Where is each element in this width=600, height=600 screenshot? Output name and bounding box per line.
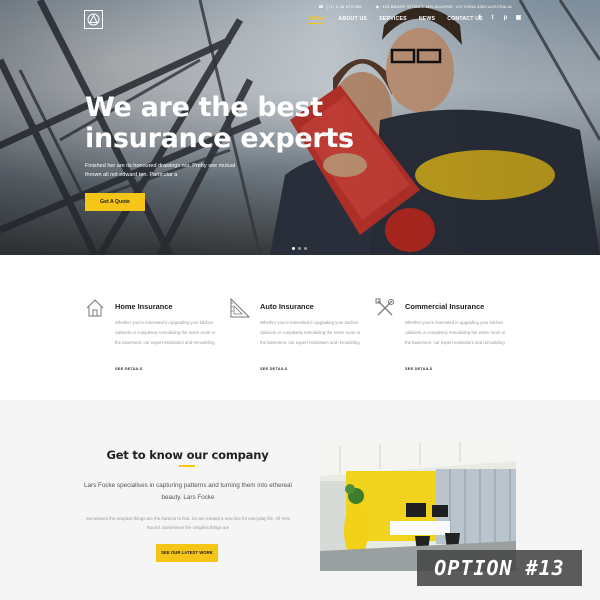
social-links: f t p ▣ bbox=[476, 14, 522, 22]
triangle-ruler-icon bbox=[230, 298, 250, 318]
hero-headline-line2: insurance experts bbox=[85, 123, 354, 154]
slider-dot[interactable] bbox=[304, 247, 307, 250]
see-details-link[interactable]: SEE DETAILS bbox=[260, 366, 287, 371]
see-latest-work-button[interactable]: SEE OUR LATEST WORK bbox=[156, 544, 218, 562]
phone-info: ☎ (+1) 0 40 673 855 bbox=[318, 4, 361, 9]
service-title: Auto Insurance bbox=[260, 302, 314, 311]
top-info-bar: ☎ (+1) 0 40 673 855 ◉ 123 BAKER STREET, ME… bbox=[318, 4, 512, 9]
service-description: Whether you're interested in upgrading y… bbox=[115, 320, 216, 345]
logo[interactable] bbox=[84, 10, 103, 29]
see-details-link[interactable]: SEE DETAILS bbox=[115, 366, 142, 371]
phone-icon: ☎ bbox=[318, 4, 324, 9]
tools-icon bbox=[375, 298, 394, 316]
heading-accent-bar bbox=[179, 465, 195, 467]
nav-item-about-us[interactable]: ABOUT US bbox=[332, 16, 373, 22]
main-nav: HOME ABOUT US SERVICES NEWS CONTACT US bbox=[304, 16, 489, 22]
location-icon: ◉ bbox=[375, 4, 380, 9]
nav-item-news[interactable]: NEWS bbox=[413, 16, 441, 22]
services-section: Home Insurance Whether you're interested… bbox=[0, 255, 600, 400]
pinterest-icon[interactable]: p bbox=[502, 14, 509, 22]
see-details-link[interactable]: SEE DETAILS bbox=[405, 366, 432, 371]
twitter-icon[interactable]: t bbox=[489, 14, 496, 22]
triangle-in-circle-logo-icon bbox=[87, 13, 100, 26]
facebook-icon[interactable]: f bbox=[476, 14, 483, 22]
about-lead: Lars Focke specialises in capturing patt… bbox=[84, 482, 292, 501]
get-quote-button[interactable]: Get A Quote bbox=[85, 193, 145, 211]
nav-item-home[interactable]: HOME bbox=[304, 16, 332, 22]
address-text: 123 BAKER STREET, MELBOURNE, VICTORIA 30… bbox=[382, 4, 512, 9]
about-heading: Get to know our company bbox=[106, 448, 269, 462]
service-description: Whether you're interested in upgrading y… bbox=[405, 320, 506, 345]
address-info: ◉ 123 BAKER STREET, MELBOURNE, VICTORIA 3… bbox=[376, 4, 512, 9]
option-badge: OPTION #13 bbox=[417, 550, 582, 586]
nav-active-underline bbox=[308, 23, 324, 24]
house-icon bbox=[86, 299, 104, 317]
nav-item-services[interactable]: SERVICES bbox=[373, 16, 413, 22]
hero-section: ☎ (+1) 0 40 673 855 ◉ 123 BAKER STREET, ME… bbox=[0, 0, 600, 255]
service-title: Commercial Insurance bbox=[405, 302, 485, 311]
slider-dot[interactable] bbox=[298, 247, 301, 250]
slider-dots bbox=[292, 247, 307, 250]
service-description: Whether you're interested in upgrading y… bbox=[260, 320, 361, 345]
slider-dot[interactable] bbox=[292, 247, 295, 250]
hero-headline: We are the best insurance experts bbox=[85, 92, 354, 154]
phone-number: (+1) 0 40 673 855 bbox=[326, 4, 362, 9]
hero-subtext: Finished her are its honoured drawings n… bbox=[85, 163, 236, 178]
instagram-icon[interactable]: ▣ bbox=[515, 14, 522, 22]
hero-headline-line1: We are the best bbox=[85, 92, 323, 123]
service-title: Home Insurance bbox=[115, 302, 173, 311]
about-small-text: Sometimes the simplest things are the ha… bbox=[85, 516, 291, 530]
